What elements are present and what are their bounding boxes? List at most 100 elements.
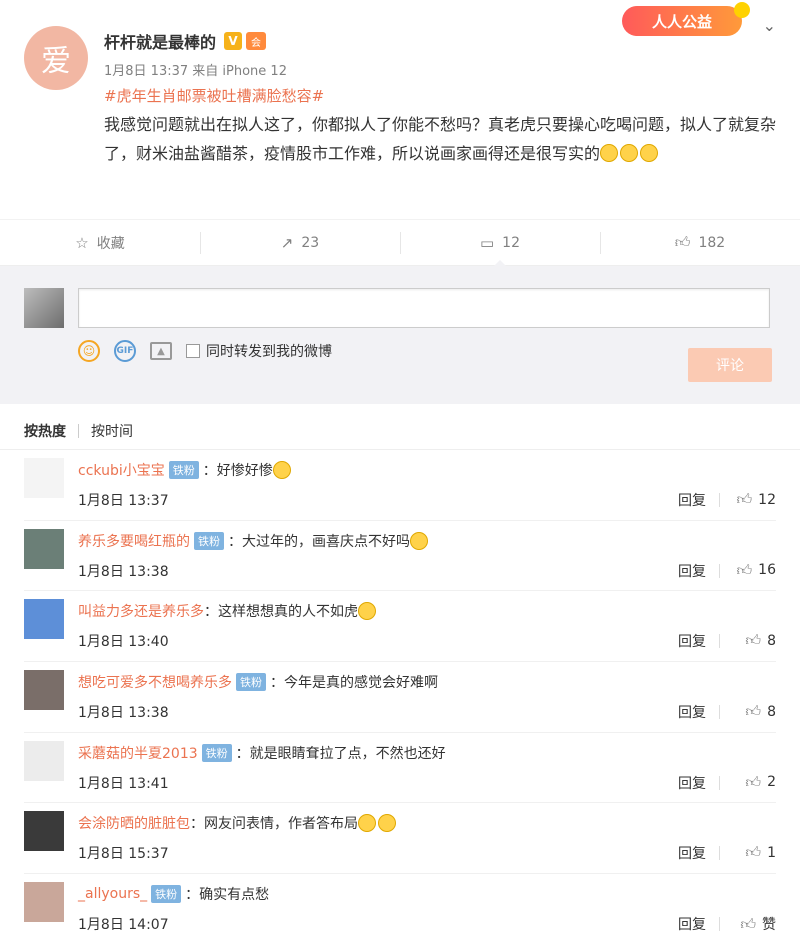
comment-icon: ▭ [479, 233, 495, 252]
comment-text: ：网友问表情，作者答布局 [190, 816, 358, 833]
commenter-avatar[interactable] [24, 882, 64, 923]
comment-text: ：这样想想真的人不如虎 [204, 604, 358, 621]
comment-row: 想吃可爱多不想喝养乐多 铁粉 ：今年是真的感觉会好难啊 1月8日 13:38 回复 👍︎ 8 [24, 662, 776, 733]
comment-like-button[interactable]: 👍︎ 8 [745, 631, 776, 650]
my-avatar [24, 288, 64, 328]
comment-time: 1月8日 13:38 [78, 563, 169, 580]
commenter-name[interactable]: 养乐多要喝红瓶的 [78, 531, 190, 551]
comment-like-button[interactable]: 👍︎ 赞 [740, 914, 776, 934]
avatar-char: 爱 [41, 44, 71, 79]
tears-emoji-icon [640, 144, 659, 162]
post-actions: ☆ 收藏 ↗ 23 ▭ 12 👍︎ 182 [0, 220, 800, 266]
chevron-down-icon[interactable]: ⌄ [763, 16, 776, 35]
commenter-name[interactable]: 叫益力多还是养乐多 [78, 601, 204, 621]
emoji-icon [358, 602, 376, 621]
commenter-avatar[interactable] [24, 458, 64, 498]
divider [719, 775, 720, 790]
divider [719, 705, 720, 720]
commenter-name[interactable]: 想吃可爱多不想喝养乐多 [78, 672, 232, 692]
comment-like-button[interactable]: 👍︎ 1 [745, 843, 776, 862]
fan-badge: 铁粉 [194, 531, 224, 550]
comment-input[interactable] [78, 288, 770, 328]
member-icon: 会 [246, 32, 267, 50]
comment-count: 12 [502, 234, 520, 251]
gif-icon[interactable]: GIF [114, 340, 136, 362]
public-welfare-badge[interactable]: 人人公益 [622, 6, 742, 36]
public-welfare-label: 人人公益 [651, 12, 712, 31]
comment-time: 1月8日 14:07 [78, 917, 169, 934]
comment-time: 1月8日 15:37 [78, 846, 169, 863]
fan-badge: 铁粉 [168, 461, 199, 479]
reply-button[interactable]: 回复 [678, 561, 706, 581]
comment-row: 会涂防晒的脏脏包 ：网友问表情，作者答布局 1月8日 15:37 回复 👍︎ 1 [24, 803, 776, 875]
comment-time: 1月8日 13:40 [78, 634, 169, 651]
divider [719, 563, 720, 578]
commenter-name[interactable]: 会涂防晒的脏脏包 [78, 813, 190, 833]
divider [78, 424, 79, 438]
topic-link[interactable]: #虎年生肖邮票被吐槽满脸愁容# [104, 85, 776, 106]
checkbox[interactable] [186, 344, 200, 358]
comment-row: 采蘑菇的半夏2013 铁粉 ：就是眼睛耷拉了点，不然也还好 1月8日 13:41 回复 👍… [24, 733, 776, 804]
comment-like-button[interactable]: 👍︎ 8 [745, 702, 776, 721]
thumb-up-icon: 👍︎ [740, 914, 756, 933]
reply-button[interactable]: 回复 [678, 843, 706, 863]
commenter-avatar[interactable] [24, 599, 64, 640]
thumb-up-icon: 👍︎ [736, 490, 753, 508]
commenter-name[interactable]: cckubi小宝宝 [78, 460, 165, 480]
post-text: 我感觉问题就出在拟人这了，你都拟人了你能不愁吗？真老虎只要操心吃喝问题，拟人了就… [104, 110, 784, 168]
thumb-up-icon: 👍︎ [745, 772, 762, 791]
repost-button[interactable]: ↗ 23 [200, 220, 400, 265]
thumb-up-icon: 👍︎ [745, 631, 762, 650]
commenter-avatar[interactable] [24, 528, 64, 569]
image-icon[interactable]: ▲ [150, 342, 172, 360]
emoji-icon [358, 814, 376, 833]
thumb-up-icon: 👍︎ [745, 843, 762, 862]
divider [719, 846, 720, 861]
comment-like-button[interactable]: 👍︎ 16 [736, 561, 776, 580]
comment-like-count: 8 [767, 632, 776, 649]
commenter-avatar[interactable] [24, 670, 64, 711]
comment-like-count: 8 [767, 703, 776, 720]
star-icon: ☆ [75, 233, 89, 252]
emoji-icon [272, 461, 291, 479]
fan-badge: 铁粉 [236, 673, 266, 692]
comment-like-count: 1 [767, 844, 776, 861]
sort-bar: 按热度 按时间 [0, 404, 800, 450]
reply-button[interactable]: 回复 [678, 490, 706, 510]
reply-button[interactable]: 回复 [678, 773, 706, 793]
emoji-icon[interactable]: ☺ [78, 340, 100, 362]
comment-row: _allyours_ 铁粉 ：确实有点愁 1月8日 14:07 回复 👍︎ 赞 [24, 874, 776, 940]
favorite-button[interactable]: ☆ 收藏 [0, 220, 200, 265]
commenter-name[interactable]: 采蘑菇的半夏2013 [78, 743, 198, 763]
thumb-up-icon: 👍︎ [745, 702, 762, 721]
reply-button[interactable]: 回复 [678, 702, 706, 722]
verified-icon: V [224, 32, 243, 50]
author-name[interactable]: 杆杆就是最棒的 [104, 29, 216, 53]
comment-time: 1月8日 13:37 [78, 493, 169, 509]
comment-like-button[interactable]: 👍︎ 12 [736, 490, 776, 509]
repost-checkbox[interactable]: 同时转发到我的微博 [186, 341, 332, 361]
submit-comment-button[interactable]: 评论 [688, 348, 772, 382]
comment-button[interactable]: ▭ 12 [400, 220, 600, 266]
tears-emoji-icon [620, 144, 639, 162]
author-avatar[interactable]: 爱 [24, 26, 88, 90]
reply-button[interactable]: 回复 [678, 631, 706, 651]
comment-composer: ☺ GIF ▲ 同时转发到我的微博 评论 [0, 266, 800, 404]
comment-like-button[interactable]: 👍︎ 2 [745, 773, 776, 792]
commenter-name[interactable]: _allyours_ [78, 886, 147, 902]
commenter-avatar[interactable] [24, 811, 64, 852]
post-text-content: 我感觉问题就出在拟人这了，你都拟人了你能不愁吗？真老虎只要操心吃喝问题，拟人了就… [104, 115, 777, 163]
thumb-up-icon: 👍︎ [736, 560, 753, 579]
post-meta: 1月8日 13:37 来自 iPhone 12 [104, 64, 287, 79]
sort-by-hot[interactable]: 按热度 [24, 421, 66, 449]
comment-row: 叫益力多还是养乐多 ：这样想想真的人不如虎 1月8日 13:40 回复 👍︎ 8 [24, 591, 776, 663]
sort-by-time[interactable]: 按时间 [91, 421, 133, 449]
emoji-icon [410, 531, 428, 550]
comment-text: ：今年是真的感觉会好难啊 [270, 675, 438, 692]
favorite-label: 收藏 [96, 235, 125, 252]
comment-like-count: 16 [758, 562, 776, 579]
commenter-avatar[interactable] [24, 740, 64, 781]
like-button[interactable]: 👍︎ 182 [600, 220, 800, 265]
comment-row: cckubi小宝宝 铁粉 ：好惨好惨 1月8日 13:37 回复 👍︎ 12 [24, 450, 776, 521]
reply-button[interactable]: 回复 [678, 914, 706, 934]
